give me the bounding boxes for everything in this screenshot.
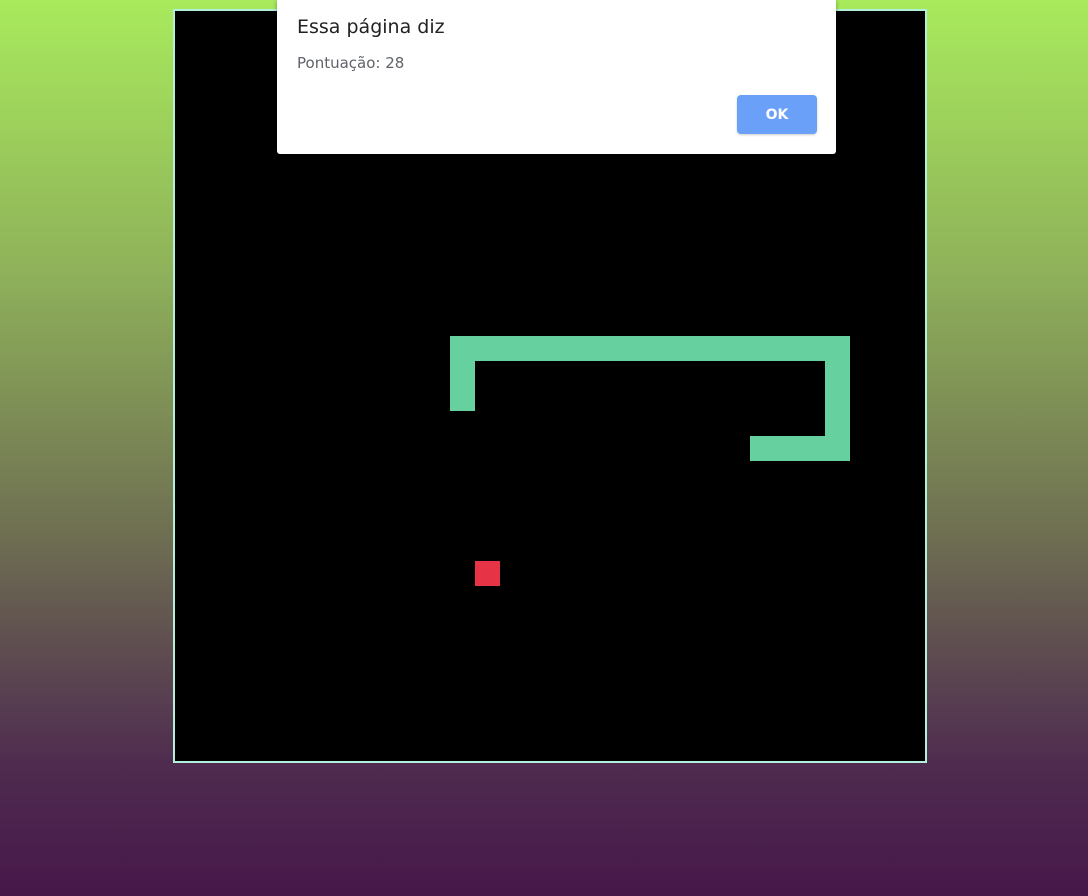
dialog-title: Essa página diz (297, 16, 445, 38)
alert-dialog: Essa página diz Pontuação: 28 OK (277, 0, 836, 154)
dialog-message: Pontuação: 28 (297, 54, 405, 72)
snake-segment (750, 436, 850, 461)
ok-button[interactable]: OK (737, 95, 817, 134)
food-apple (475, 561, 500, 586)
snake-segment (450, 336, 850, 361)
